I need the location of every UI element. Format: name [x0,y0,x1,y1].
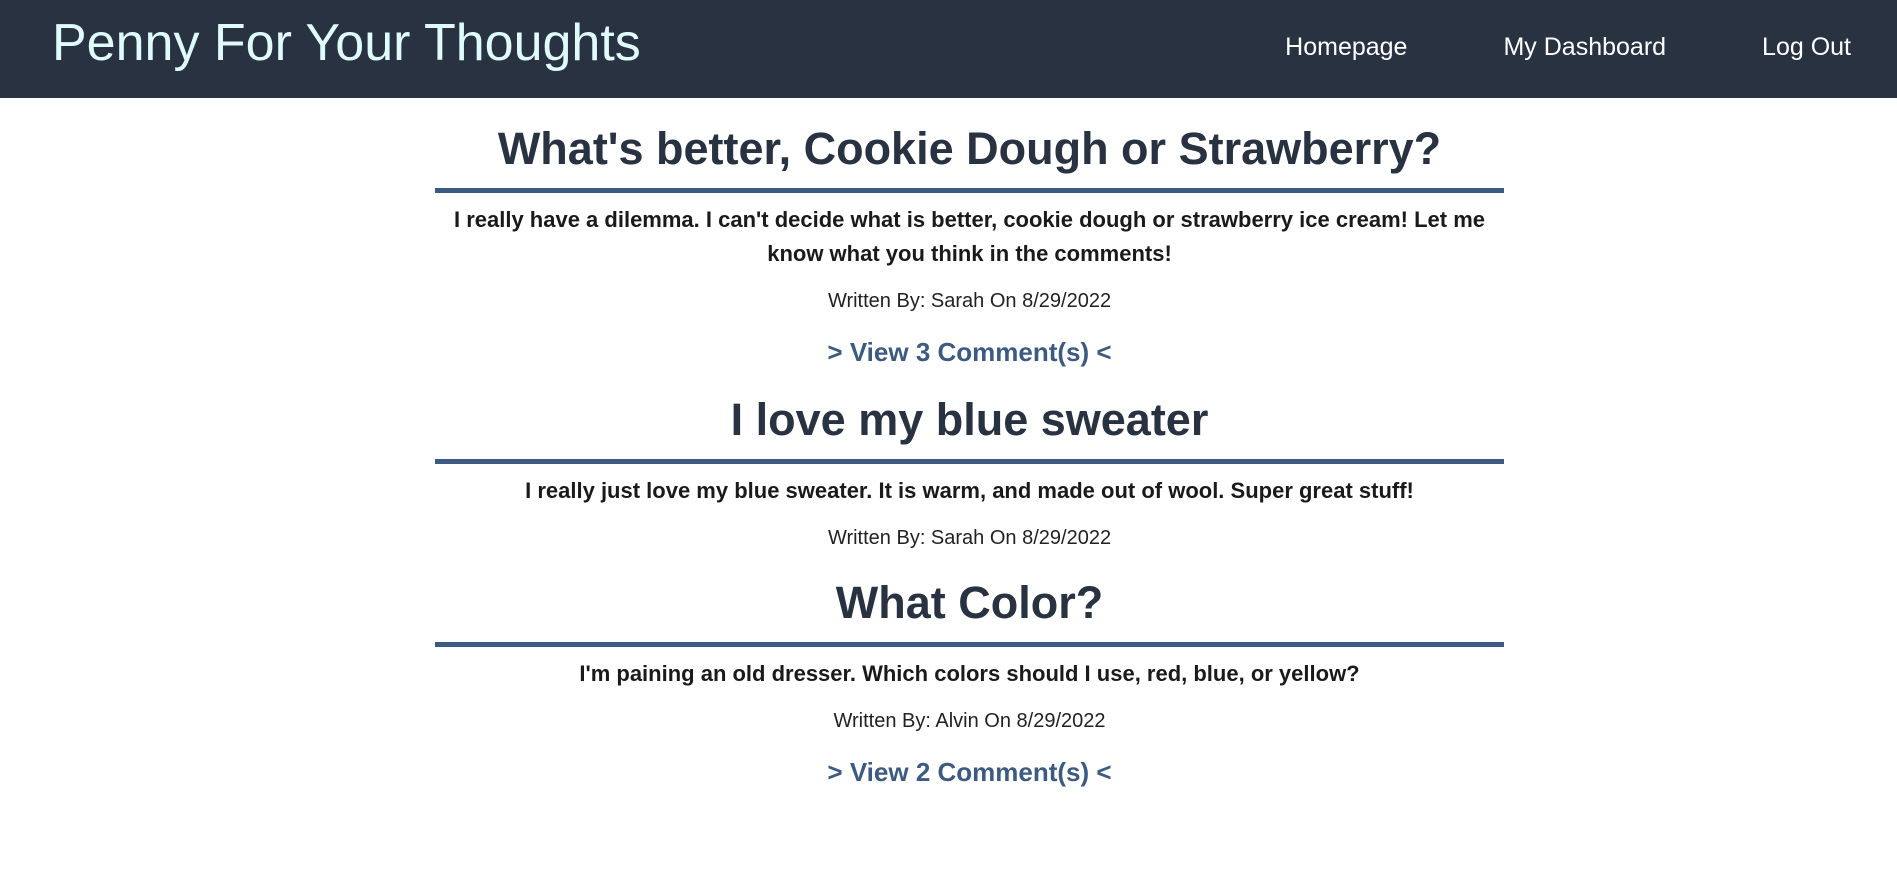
post-body: I really have a dilemma. I can't decide … [453,207,1486,266]
navbar: Penny For Your Thoughts Homepage My Dash… [0,0,1897,98]
post-card: I love my blue sweater I really just lov… [435,369,1504,552]
nav-link-homepage[interactable]: Homepage [1285,30,1407,64]
view-comments-link[interactable]: > View 2 Comment(s) < [827,755,1111,789]
post-title[interactable]: What Color? [435,552,1504,647]
post-card: What's better, Cookie Dough or Strawberr… [435,98,1504,369]
post-card: What Color? I'm paining an old dresser. … [435,552,1504,789]
nav-link-dashboard[interactable]: My Dashboard [1503,30,1666,64]
post-meta: Written By: Alvin On 8/29/2022 [833,710,1106,732]
post-meta: Written By: Sarah On 8/29/2022 [827,527,1112,549]
post-body: I really just love my blue sweater. It i… [525,478,1414,503]
post-feed: What's better, Cookie Dough or Strawberr… [435,98,1504,789]
view-comments-link[interactable]: > View 3 Comment(s) < [827,335,1111,369]
nav-links: Homepage My Dashboard Log Out [1285,30,1851,64]
post-meta: Written By: Sarah On 8/29/2022 [827,290,1112,312]
site-title[interactable]: Penny For Your Thoughts [52,12,641,74]
post-body: I'm paining an old dresser. Which colors… [579,661,1360,686]
nav-link-logout[interactable]: Log Out [1762,30,1851,64]
post-title[interactable]: What's better, Cookie Dough or Strawberr… [435,98,1504,193]
post-title[interactable]: I love my blue sweater [435,369,1504,464]
